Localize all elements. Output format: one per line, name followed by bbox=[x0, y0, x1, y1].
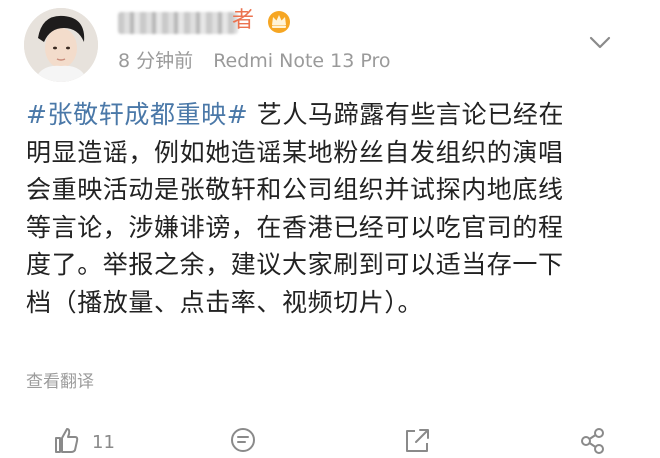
post-meta: 8 分钟前 Redmi Note 13 Pro bbox=[118, 49, 405, 73]
post-device: Redmi Note 13 Pro bbox=[213, 50, 391, 72]
more-share-icon[interactable] bbox=[578, 426, 608, 454]
post-line-text: 艺人马蹄露有些言论已经在 bbox=[248, 100, 565, 129]
like-count: 11 bbox=[92, 432, 115, 453]
post-text: #张敬轩成都重映# 艺人马蹄露有些言论已经在 明显造谣，例如她造谣某地粉丝自发组… bbox=[26, 96, 638, 321]
post-line-2: 明显造谣，例如她造谣某地粉丝自发组织的演唱 bbox=[26, 137, 564, 167]
comment-icon[interactable] bbox=[228, 426, 258, 454]
action-bar: 11 bbox=[0, 418, 660, 454]
avatar[interactable] bbox=[24, 8, 98, 82]
post-time: 8 分钟前 bbox=[118, 50, 194, 72]
post-header: 者 8 分钟前 Redmi Note 13 Pro bbox=[0, 0, 660, 90]
post-line-6: 档（播放量、点击率、视频切片）。 bbox=[26, 287, 424, 317]
author-name-suffix[interactable]: 者 bbox=[232, 8, 254, 34]
post-line-1: #张敬轩成都重映# 艺人马蹄露有些言论已经在 bbox=[26, 96, 638, 134]
post-line-5: 度了。举报之余，建议大家刷到可以适当存一下 bbox=[26, 250, 564, 279]
translate-link[interactable]: 查看翻译 bbox=[26, 370, 94, 394]
hashtag-link[interactable]: #张敬轩成都重映# bbox=[26, 100, 248, 129]
post-line-3: 会重映活动是张敬轩和公司组织并试探内地底线 bbox=[26, 175, 564, 204]
share-icon[interactable] bbox=[402, 426, 432, 454]
chevron-down-icon[interactable] bbox=[588, 34, 612, 52]
author-name-blurred[interactable] bbox=[118, 12, 238, 34]
crown-badge-icon bbox=[266, 8, 292, 34]
thumbs-up-icon[interactable] bbox=[52, 426, 80, 454]
post-line-4: 等言论，涉嫌诽谤，在香港已经可以吃官司的程 bbox=[26, 212, 564, 242]
